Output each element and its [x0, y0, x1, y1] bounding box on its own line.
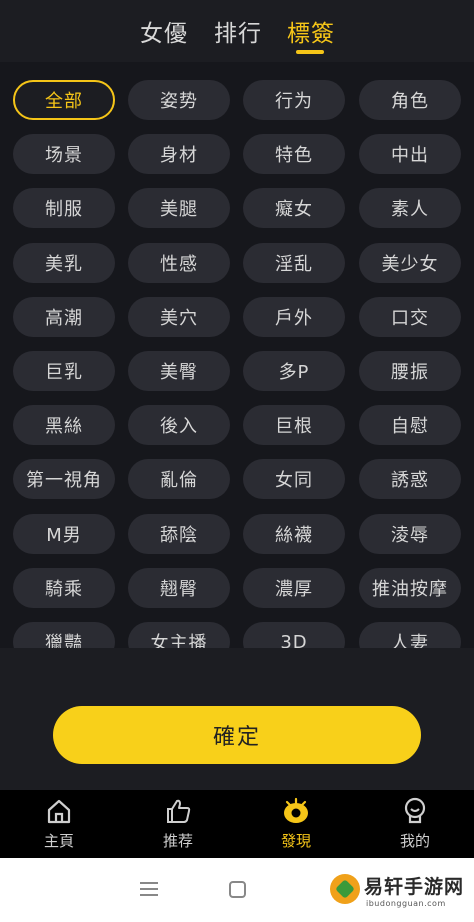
tag-chip[interactable]: 騎乘: [13, 568, 115, 608]
watermark: 易轩手游网 ibudongguan.com: [330, 866, 474, 922]
watermark-subtitle: ibudongguan.com: [366, 899, 446, 908]
tag-chip[interactable]: M男: [13, 514, 115, 554]
tag-chip[interactable]: 巨根: [243, 405, 345, 445]
tag-chip[interactable]: 角色: [359, 80, 461, 120]
tag-chip[interactable]: 全部: [13, 80, 115, 120]
tag-chip[interactable]: 高潮: [13, 297, 115, 337]
tag-chip[interactable]: 黑絲: [13, 405, 115, 445]
tag-chip[interactable]: 美乳: [13, 243, 115, 283]
tag-chip[interactable]: 3D: [243, 622, 345, 648]
active-tab-indicator: [296, 50, 324, 54]
nav-item-home[interactable]: 主頁: [0, 796, 118, 854]
tag-chip[interactable]: 亂倫: [128, 459, 230, 499]
tag-chip[interactable]: 美臀: [128, 351, 230, 391]
tag-chip[interactable]: 淩辱: [359, 514, 461, 554]
tag-chip[interactable]: 癡女: [243, 188, 345, 228]
tag-grid[interactable]: 全部 姿势 行为 角色场景 身材 特色 中出制服 美腿 癡女 素人美乳 性感 淫乱 美少女高潮 美穴 戶外口…: [0, 62, 474, 648]
nav-label-discover: 發現: [280, 832, 311, 850]
tag-chip[interactable]: 舔陰: [128, 514, 230, 554]
tag-chip[interactable]: 第一視角: [13, 459, 115, 499]
tab-ranking[interactable]: 排行: [214, 14, 262, 48]
tag-chip[interactable]: 女同: [243, 459, 345, 499]
tag-chip[interactable]: 女主播: [128, 622, 230, 648]
tag-chip[interactable]: 性感: [128, 243, 230, 283]
tag-chip[interactable]: 口交: [359, 297, 461, 337]
tag-chip[interactable]: 後入: [128, 405, 230, 445]
confirm-button[interactable]: 確定: [53, 706, 421, 764]
confirm-area: 確定: [0, 648, 474, 790]
tag-chip[interactable]: 多P: [243, 351, 345, 391]
home-icon: [43, 796, 75, 826]
tag-chip[interactable]: 推油按摩: [359, 568, 461, 608]
tag-chip[interactable]: 濃厚: [243, 568, 345, 608]
tag-chip[interactable]: 人妻: [359, 622, 461, 648]
tab-tags[interactable]: 標簽: [287, 14, 335, 48]
nav-item-mine[interactable]: 我的: [356, 796, 474, 854]
tag-chip[interactable]: 獵豔: [13, 622, 115, 648]
tag-chip[interactable]: 行为: [243, 80, 345, 120]
home-square-icon[interactable]: [229, 881, 246, 898]
nav-label-recommend: 推荐: [162, 832, 193, 850]
tag-chip[interactable]: 翹臀: [128, 568, 230, 608]
eye-icon: [280, 796, 312, 826]
tag-chip[interactable]: 场景: [13, 134, 115, 174]
bottom-nav: 主頁 推荐 發現 我的: [0, 790, 474, 858]
tag-chip[interactable]: 美腿: [128, 188, 230, 228]
tag-chip[interactable]: 素人: [359, 188, 461, 228]
profile-icon: [399, 796, 431, 826]
tag-chip[interactable]: 絲襪: [243, 514, 345, 554]
tag-chip[interactable]: 制服: [13, 188, 115, 228]
nav-label-home: 主頁: [43, 832, 74, 850]
watermark-logo: [330, 874, 360, 904]
nav-item-discover[interactable]: 發現: [237, 796, 355, 854]
thumbs-up-icon: [162, 796, 194, 826]
nav-item-recommend[interactable]: 推荐: [119, 796, 237, 854]
top-tab-bar: 女優 排行 標簽: [0, 0, 474, 62]
tag-page: 女優 排行 標簽 全部 姿势 行为 角色 场景 身材 特色 中出 制服 美腿 癡女 素人 美乳 性感 淫乱美…: [0, 0, 474, 922]
nav-label-mine: 我的: [399, 832, 430, 850]
tag-chip[interactable]: 美少女: [359, 243, 461, 283]
tag-chip[interactable]: 淫乱: [243, 243, 345, 283]
tag-chip[interactable]: 戶外: [243, 297, 345, 337]
tag-chip[interactable]: 自慰: [359, 405, 461, 445]
watermark-title: 易轩手游网: [364, 876, 465, 898]
tag-chip[interactable]: 特色: [243, 134, 345, 174]
tag-chip[interactable]: 美穴: [128, 297, 230, 337]
tab-actresses[interactable]: 女優: [140, 14, 188, 48]
tag-chip[interactable]: 巨乳: [13, 351, 115, 391]
tag-chip[interactable]: 誘惑: [359, 459, 461, 499]
menu-icon[interactable]: [140, 882, 158, 896]
tag-chip[interactable]: 腰振: [359, 351, 461, 391]
tag-chip[interactable]: 姿势: [128, 80, 230, 120]
tag-chip[interactable]: 中出: [359, 134, 461, 174]
tag-chip[interactable]: 身材: [128, 134, 230, 174]
